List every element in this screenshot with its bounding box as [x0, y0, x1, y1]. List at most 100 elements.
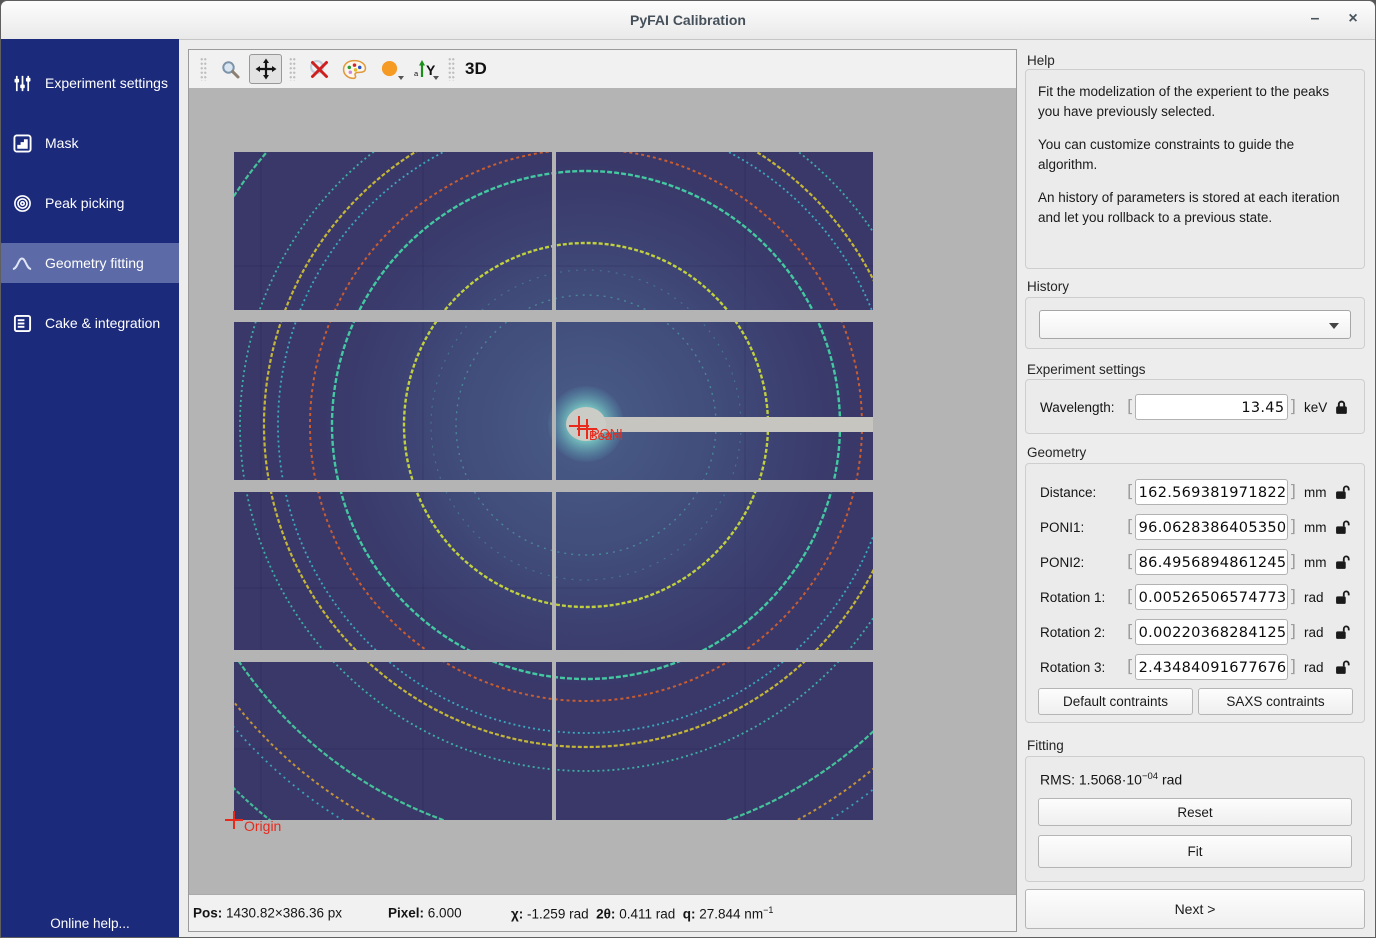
status-pos: Pos: 1430.82×386.36 px: [193, 906, 342, 921]
close-button[interactable]: ×: [1341, 1, 1365, 39]
poni2-input[interactable]: 86.4956894861245: [1135, 549, 1289, 575]
help-section-title: Help: [1027, 53, 1055, 68]
sidebar-item-mask[interactable]: Mask: [1, 123, 179, 163]
statusbar: Pos: 1430.82×386.36 px Pixel: 6.000 χ: -…: [189, 894, 1016, 931]
sidebar-item-geometry-fitting[interactable]: Geometry fitting: [1, 243, 179, 283]
colormap-button[interactable]: [338, 54, 371, 84]
wavelength-input[interactable]: 13.45: [1135, 394, 1289, 420]
distance-input[interactable]: 162.569381971822: [1135, 479, 1289, 505]
marker-color-button[interactable]: [373, 54, 406, 84]
lock-open-icon[interactable]: [1335, 625, 1352, 640]
cake-icon: [12, 313, 32, 333]
svg-text:a: a: [414, 69, 419, 78]
geometry-section-title: Geometry: [1027, 445, 1086, 460]
mask-icon: [12, 133, 32, 153]
lock-open-icon[interactable]: [1335, 555, 1352, 570]
orange-circle-icon: [380, 60, 399, 79]
app-window: PyFAI Calibration – × Experiment setting…: [0, 0, 1376, 938]
sidebar: Experiment settings Mask Peak picking Geome…: [1, 39, 179, 937]
sidebar-item-label: Experiment settings: [45, 75, 168, 91]
rotation-3-unit: rad: [1304, 660, 1334, 675]
pan-tool-button[interactable]: [249, 54, 282, 84]
sidebar-item-peak-picking[interactable]: Peak picking: [1, 183, 179, 223]
wavelength-row: Wavelength: [ 13.45 ] keV: [1040, 393, 1352, 421]
sidebar-item-label: Cake & integration: [45, 315, 160, 331]
toolbar-drag-handle[interactable]: [448, 57, 455, 81]
distance-label: Distance:: [1040, 485, 1126, 500]
fitting-box: RMS: 1.5068·10−04 rad Reset Fit: [1025, 756, 1365, 882]
rotation-2-label: Rotation 2:: [1040, 625, 1126, 640]
toolbar-drag-handle[interactable]: [289, 57, 296, 81]
saxs-constraints-button[interactable]: SAXS contraints: [1198, 688, 1353, 715]
rotation-3-label: Rotation 3:: [1040, 660, 1126, 675]
plot-widget: a Y 3D: [188, 49, 1017, 932]
sidebar-item-label: Mask: [45, 135, 78, 151]
lock-closed-icon[interactable]: [1335, 400, 1352, 415]
wavelength-label: Wavelength:: [1040, 400, 1126, 415]
poni2-row: PONI2:[86.4956894861245]mm: [1040, 548, 1352, 576]
rotation-1-input[interactable]: 0.00526506574773: [1135, 584, 1289, 610]
default-constraints-button[interactable]: Default contraints: [1038, 688, 1193, 715]
fit-button[interactable]: Fit: [1038, 835, 1352, 868]
experiment-box: Wavelength: [ 13.45 ] keV: [1025, 379, 1365, 434]
fitting-section-title: Fitting: [1027, 738, 1064, 753]
poni2-label: PONI2:: [1040, 555, 1126, 570]
history-combobox[interactable]: [1039, 310, 1351, 339]
zoom-tool-button[interactable]: [214, 54, 247, 84]
rotation-3-input[interactable]: 2.43484091677676: [1135, 654, 1289, 680]
combobox-arrow-icon: [1329, 323, 1339, 329]
reset-button[interactable]: Reset: [1038, 798, 1352, 826]
peak-curve-icon: [12, 253, 32, 273]
poni2-unit: mm: [1304, 555, 1334, 570]
toolbar-drag-handle[interactable]: [200, 57, 207, 81]
history-section-title: History: [1027, 279, 1069, 294]
plot-canvas[interactable]: Beam PONI Origin: [189, 88, 1016, 897]
status-pixel: Pixel: 6.000: [388, 906, 462, 921]
sidebar-item-cake-integration[interactable]: Cake & integration: [1, 303, 179, 343]
sidebar-item-label: Peak picking: [45, 195, 124, 211]
rotation-1-row: Rotation 1:[0.00526506574773]rad: [1040, 583, 1352, 611]
rotation-1-label: Rotation 1:: [1040, 590, 1126, 605]
poni1-input[interactable]: 96.0628386405350: [1135, 514, 1289, 540]
rotation-1-unit: rad: [1304, 590, 1334, 605]
poni1-label: PONI1:: [1040, 520, 1126, 535]
sliders-icon: [12, 73, 32, 93]
experiment-section-title: Experiment settings: [1027, 362, 1146, 377]
diffraction-image[interactable]: Beam PONI Origin: [189, 88, 1016, 897]
dropdown-arrow-icon: [433, 76, 439, 80]
help-paragraph: An history of parameters is stored at ea…: [1038, 188, 1352, 227]
next-button[interactable]: Next >: [1025, 889, 1365, 929]
origin-label: Origin: [244, 818, 281, 834]
y-axis-scale-button[interactable]: a Y: [408, 54, 441, 84]
lock-open-icon[interactable]: [1335, 520, 1352, 535]
pan-icon: [255, 58, 277, 80]
beamstop-arm: [603, 417, 873, 432]
distance-row: Distance:[162.569381971822]mm: [1040, 478, 1352, 506]
rotation-2-unit: rad: [1304, 625, 1334, 640]
3d-view-button[interactable]: 3D: [465, 59, 487, 79]
lock-open-icon[interactable]: [1335, 660, 1352, 675]
lock-open-icon[interactable]: [1335, 590, 1352, 605]
online-help-link[interactable]: Online help...: [1, 916, 179, 931]
wavelength-unit: keV: [1304, 400, 1334, 415]
minimize-button[interactable]: –: [1303, 1, 1327, 39]
sidebar-item-experiment-settings[interactable]: Experiment settings: [1, 63, 179, 103]
rms-value: RMS: 1.5068·10−04 rad: [1040, 771, 1182, 788]
geometry-box: Distance:[162.569381971822]mm PONI1:[96.0…: [1025, 463, 1365, 723]
dropdown-arrow-icon: [398, 76, 404, 80]
sidebar-item-label: Geometry fitting: [45, 255, 144, 271]
window-title: PyFAI Calibration: [1, 1, 1375, 39]
reset-zoom-button[interactable]: [303, 54, 336, 84]
rotation-2-row: Rotation 2:[0.00220368284125]rad: [1040, 618, 1352, 646]
distance-unit: mm: [1304, 485, 1334, 500]
help-paragraph: You can customize constraints to guide t…: [1038, 135, 1352, 174]
rotation-3-row: Rotation 3:[2.43484091677676]rad: [1040, 653, 1352, 681]
poni1-row: PONI1:[96.0628386405350]mm: [1040, 513, 1352, 541]
help-paragraph: Fit the modelization of the experient to…: [1038, 82, 1352, 121]
poni1-unit: mm: [1304, 520, 1334, 535]
history-box: [1025, 297, 1365, 349]
plot-toolbar: a Y 3D: [189, 50, 1016, 88]
poni-label: PONI: [591, 426, 623, 441]
rotation-2-input[interactable]: 0.00220368284125: [1135, 619, 1289, 645]
lock-open-icon[interactable]: [1335, 485, 1352, 500]
